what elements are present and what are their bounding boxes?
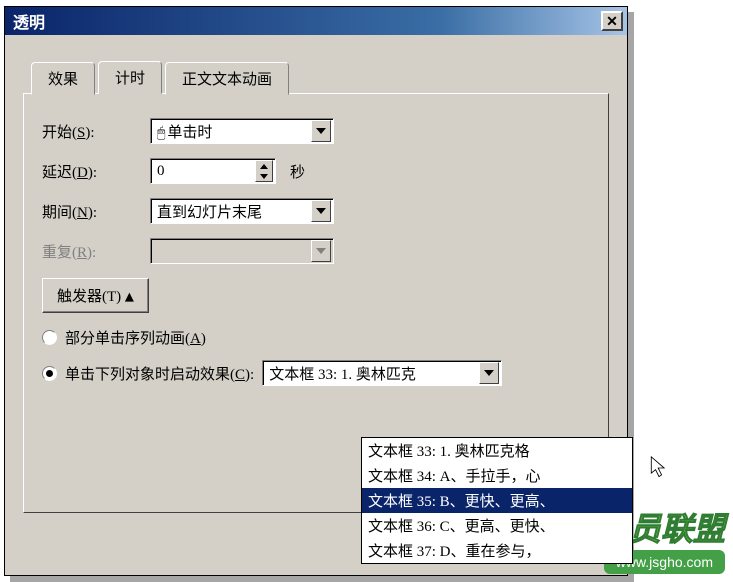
tab-effect[interactable]: 效果 bbox=[31, 62, 95, 95]
start-value: 🖱单击时 bbox=[151, 121, 309, 142]
radio-onclick[interactable]: 单击下列对象时启动效果(C): 文本框 33: 1. 奥林匹克 bbox=[42, 360, 590, 386]
row-duration: 期间(N): 直到幻灯片末尾 bbox=[42, 198, 590, 224]
row-start: 开始(S): 🖱单击时 bbox=[42, 118, 590, 144]
row-triggers: 触发器(T) ▲ bbox=[42, 278, 590, 313]
dialog-window: 透明 ✕ 效果 计时 正文文本动画 开始(S): 🖱单击时 延迟(D): 0 bbox=[4, 6, 628, 576]
trigger-target-dropdown-list[interactable]: 文本框 33: 1. 奥林匹克格 文本框 34: A、手拉手，心 文本框 35:… bbox=[361, 437, 633, 564]
duration-label: 期间(N): bbox=[42, 201, 142, 222]
tab-text-animation[interactable]: 正文文本动画 bbox=[165, 62, 289, 95]
delay-label: 延迟(D): bbox=[42, 161, 142, 182]
close-button[interactable]: ✕ bbox=[601, 11, 623, 31]
close-icon: ✕ bbox=[606, 13, 618, 30]
mouse-icon: 🖱 bbox=[157, 126, 165, 142]
trigger-target-combo[interactable]: 文本框 33: 1. 奥林匹克 bbox=[262, 360, 502, 386]
repeat-dropdown-button bbox=[311, 240, 331, 262]
delay-spinner[interactable]: 0 bbox=[150, 158, 276, 184]
repeat-combo bbox=[150, 238, 334, 264]
triggers-button[interactable]: 触发器(T) ▲ bbox=[42, 278, 149, 313]
delay-spin-buttons[interactable] bbox=[255, 160, 273, 182]
duration-value: 直到幻灯片末尾 bbox=[151, 201, 309, 222]
tabstrip: 效果 计时 正文文本动画 bbox=[31, 61, 609, 94]
trigger-target-value: 文本框 33: 1. 奥林匹克 bbox=[263, 363, 477, 384]
radio-sequence-label: 部分单击序列动画(A) bbox=[65, 327, 206, 348]
list-item[interactable]: 文本框 35: B、更快、更高、 bbox=[362, 488, 632, 513]
radio-sequence[interactable]: 部分单击序列动画(A) bbox=[42, 327, 590, 348]
chevron-down-icon bbox=[484, 370, 494, 376]
duration-dropdown-button[interactable] bbox=[311, 200, 331, 222]
delay-value[interactable]: 0 bbox=[151, 163, 253, 180]
cursor-icon bbox=[650, 456, 668, 480]
start-label: 开始(S): bbox=[42, 121, 142, 142]
client-area: 效果 计时 正文文本动画 开始(S): 🖱单击时 延迟(D): 0 bbox=[5, 35, 627, 575]
chevron-down-icon bbox=[316, 248, 326, 254]
radio-onclick-input[interactable] bbox=[42, 366, 57, 381]
chevron-up-icon bbox=[260, 164, 268, 169]
list-item[interactable]: 文本框 37: D、重在参与， bbox=[362, 538, 632, 563]
repeat-label: 重复(R): bbox=[42, 241, 142, 262]
trigger-target-dropdown-button[interactable] bbox=[479, 362, 499, 384]
collapse-icon: ▲ bbox=[125, 287, 134, 305]
list-item[interactable]: 文本框 34: A、手拉手，心 bbox=[362, 463, 632, 488]
tab-timing[interactable]: 计时 bbox=[98, 61, 162, 94]
radio-onclick-label: 单击下列对象时启动效果(C): bbox=[65, 363, 254, 384]
chevron-down-icon bbox=[260, 174, 268, 179]
start-combo[interactable]: 🖱单击时 bbox=[150, 118, 334, 144]
start-dropdown-button[interactable] bbox=[311, 120, 331, 142]
radio-sequence-input[interactable] bbox=[42, 330, 57, 345]
chevron-down-icon bbox=[316, 208, 326, 214]
titlebar: 透明 ✕ bbox=[5, 7, 627, 35]
window-title: 透明 bbox=[9, 9, 601, 33]
list-item[interactable]: 文本框 36: C、更高、更快、 bbox=[362, 513, 632, 538]
chevron-down-icon bbox=[316, 128, 326, 134]
duration-combo[interactable]: 直到幻灯片末尾 bbox=[150, 198, 334, 224]
list-item[interactable]: 文本框 33: 1. 奥林匹克格 bbox=[362, 438, 632, 463]
row-repeat: 重复(R): bbox=[42, 238, 590, 264]
row-delay: 延迟(D): 0 秒 bbox=[42, 158, 590, 184]
delay-unit: 秒 bbox=[290, 161, 305, 182]
